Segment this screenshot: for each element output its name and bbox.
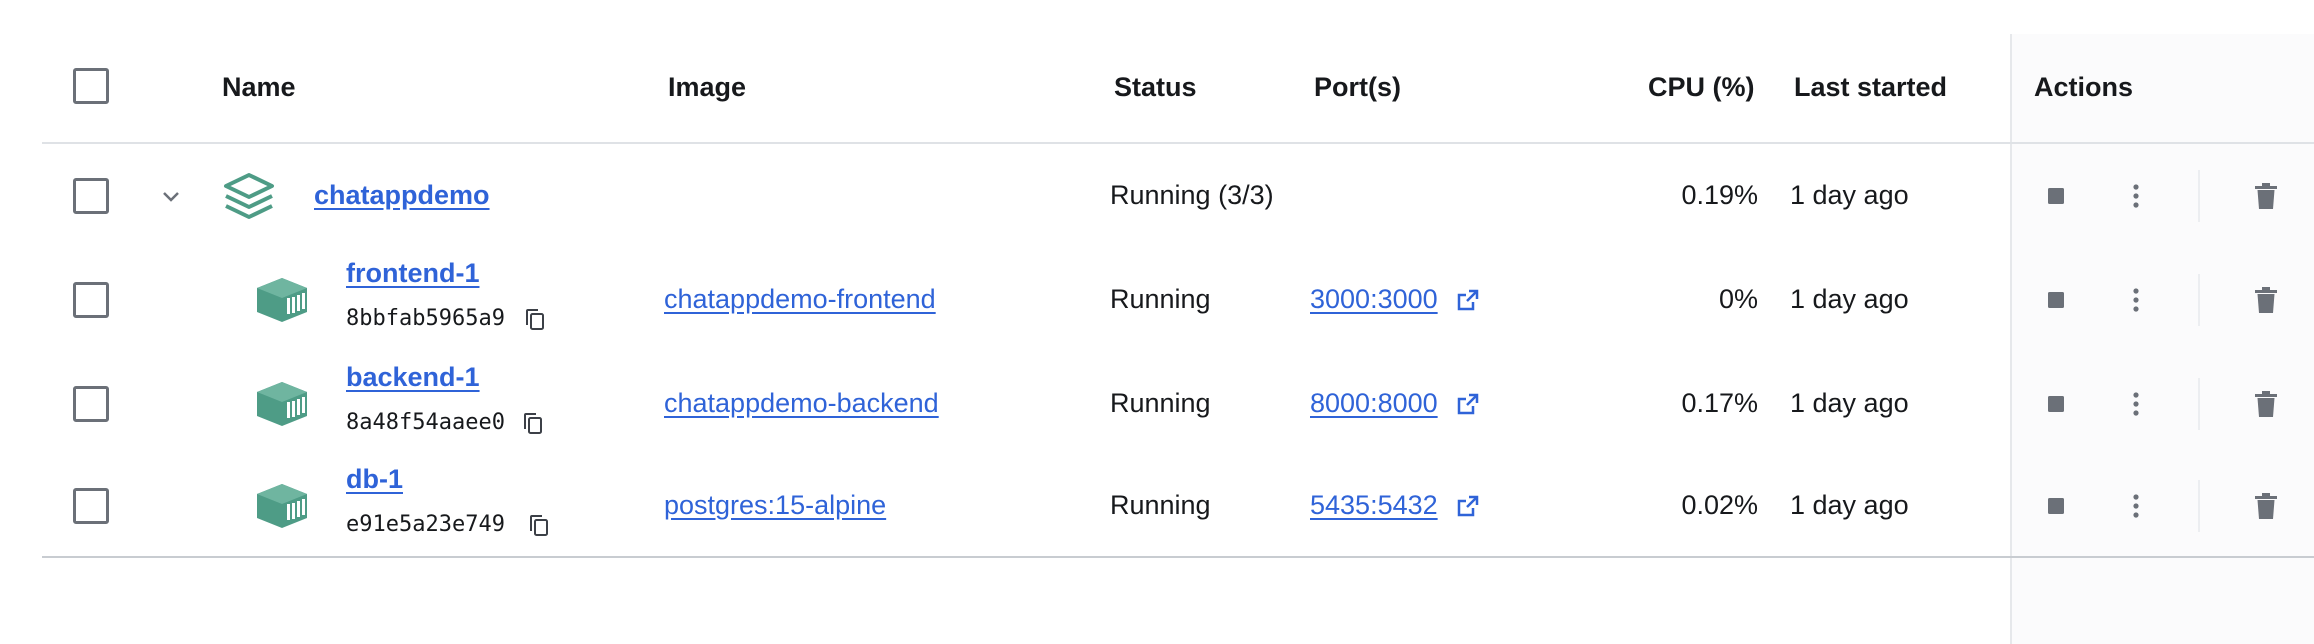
container-cpu: 0.02%	[1681, 490, 1758, 520]
stop-button[interactable]	[2036, 176, 2076, 216]
stack-layers-icon	[222, 172, 276, 222]
group-last-started: 1 day ago	[1790, 180, 1909, 210]
container-image-link[interactable]: postgres:15-alpine	[664, 492, 886, 519]
trash-icon	[2255, 183, 2277, 209]
group-row[interactable]: chatappdemo Running (3/3) 0.19% 1 day ag…	[0, 160, 2314, 232]
container-last-started: 1 day ago	[1790, 284, 1909, 314]
group-status: Running (3/3)	[1110, 180, 1274, 210]
copy-id-button[interactable]	[528, 514, 550, 543]
more-vertical-icon	[2133, 288, 2139, 312]
container-cpu: 0.17%	[1681, 388, 1758, 418]
container-name-link[interactable]: backend-1	[346, 364, 480, 391]
column-header-actions: Actions	[2034, 72, 2134, 102]
container-name-link[interactable]: frontend-1	[346, 260, 479, 287]
external-link-icon[interactable]	[1456, 392, 1480, 421]
column-header-image[interactable]: Image	[668, 74, 746, 101]
actions-divider	[2198, 274, 2200, 326]
container-icon	[256, 381, 308, 427]
stop-button[interactable]	[2036, 280, 2076, 320]
column-header-last-started[interactable]: Last started	[1794, 74, 1947, 101]
table-header: Name Image Status Port(s) CPU (%) Last s…	[0, 34, 2314, 142]
more-vertical-icon	[2133, 392, 2139, 416]
container-status: Running	[1110, 490, 1211, 520]
stop-icon	[2048, 292, 2064, 308]
container-row[interactable]: frontend-1 8bbfab5965a9 chatappdemo-fron…	[0, 256, 2314, 344]
actions-divider	[2198, 480, 2200, 532]
more-options-button[interactable]	[2116, 176, 2156, 216]
row-checkbox[interactable]	[73, 488, 109, 524]
trash-icon	[2255, 287, 2277, 313]
container-id: e91e5a23e749	[346, 512, 505, 537]
container-last-started: 1 day ago	[1790, 490, 1909, 520]
port-link[interactable]: 3000:3000	[1310, 286, 1438, 313]
actions-divider	[2198, 170, 2200, 222]
container-id: 8a48f54aaee0	[346, 410, 505, 435]
container-last-started: 1 day ago	[1790, 388, 1909, 418]
header-divider	[42, 142, 2314, 144]
table-bottom-divider	[42, 556, 2314, 558]
row-checkbox[interactable]	[73, 282, 109, 318]
container-icon	[256, 277, 308, 323]
copy-id-button[interactable]	[524, 308, 546, 337]
container-row[interactable]: db-1 e91e5a23e749 postgres:15-alpine Run…	[0, 462, 2314, 550]
group-name-link[interactable]: chatappdemo	[314, 182, 490, 209]
container-icon	[256, 483, 308, 529]
row-checkbox[interactable]	[73, 178, 109, 214]
container-image-link[interactable]: chatappdemo-frontend	[664, 286, 936, 313]
group-cpu: 0.19%	[1681, 180, 1758, 210]
container-cpu: 0%	[1718, 284, 1758, 314]
copy-id-button[interactable]	[522, 412, 544, 441]
delete-button[interactable]	[2246, 280, 2286, 320]
column-header-status[interactable]: Status	[1114, 74, 1197, 101]
chevron-down-icon[interactable]	[158, 184, 184, 210]
more-vertical-icon	[2133, 494, 2139, 518]
external-link-icon[interactable]	[1456, 288, 1480, 317]
stop-button[interactable]	[2036, 384, 2076, 424]
stop-icon	[2048, 188, 2064, 204]
container-status: Running	[1110, 388, 1211, 418]
stop-icon	[2048, 396, 2064, 412]
delete-button[interactable]	[2246, 486, 2286, 526]
column-header-cpu[interactable]: CPU (%)	[1648, 74, 1755, 101]
external-link-icon[interactable]	[1456, 494, 1480, 523]
more-options-button[interactable]	[2116, 486, 2156, 526]
port-link[interactable]: 8000:8000	[1310, 390, 1438, 417]
column-header-name[interactable]: Name	[222, 74, 296, 101]
delete-button[interactable]	[2246, 176, 2286, 216]
port-link[interactable]: 5435:5432	[1310, 492, 1438, 519]
stop-icon	[2048, 498, 2064, 514]
copy-icon	[530, 515, 548, 536]
copy-icon	[524, 413, 542, 434]
container-row[interactable]: backend-1 8a48f54aaee0 chatappdemo-backe…	[0, 360, 2314, 448]
column-header-ports[interactable]: Port(s)	[1314, 74, 1401, 101]
row-checkbox[interactable]	[73, 386, 109, 422]
trash-icon	[2255, 493, 2277, 519]
select-all-checkbox[interactable]	[73, 68, 109, 104]
stop-button[interactable]	[2036, 486, 2076, 526]
copy-icon	[526, 309, 544, 330]
container-status: Running	[1110, 284, 1211, 314]
more-options-button[interactable]	[2116, 384, 2156, 424]
more-vertical-icon	[2133, 184, 2139, 208]
container-image-link[interactable]: chatappdemo-backend	[664, 390, 939, 417]
container-id: 8bbfab5965a9	[346, 306, 505, 331]
container-name-link[interactable]: db-1	[346, 466, 403, 493]
trash-icon	[2255, 391, 2277, 417]
delete-button[interactable]	[2246, 384, 2286, 424]
actions-divider	[2198, 378, 2200, 430]
more-options-button[interactable]	[2116, 280, 2156, 320]
